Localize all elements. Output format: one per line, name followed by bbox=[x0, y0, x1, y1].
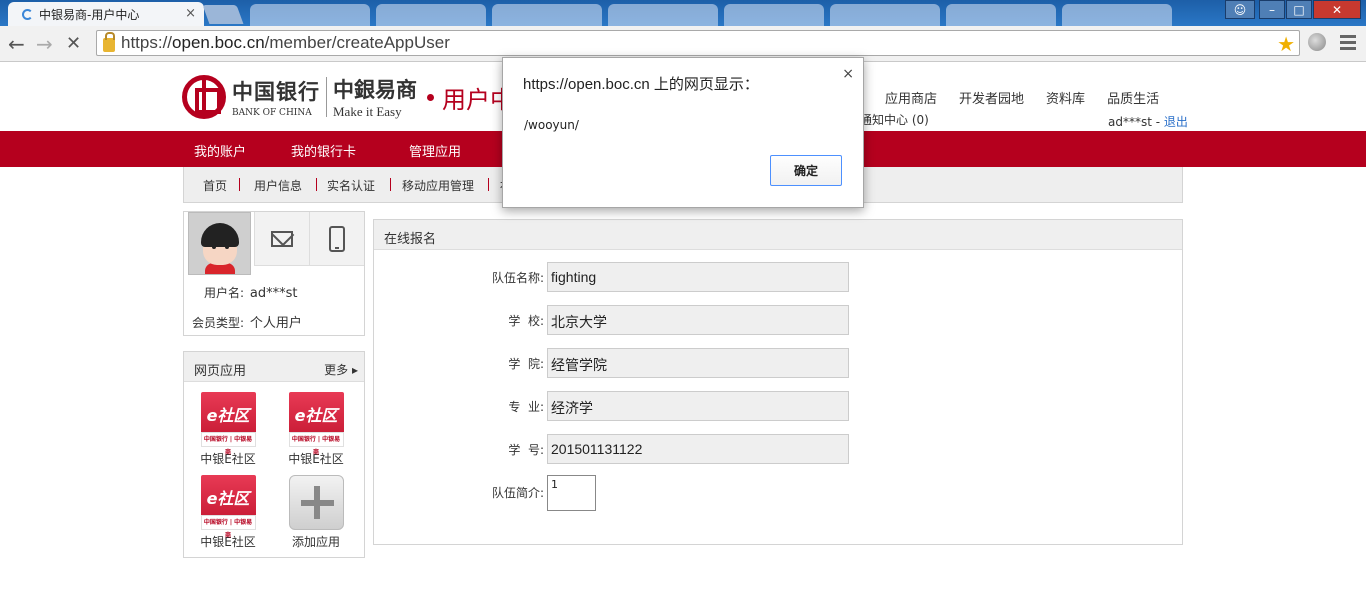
boc-logo-icon bbox=[182, 75, 226, 119]
close-window-button[interactable]: ✕ bbox=[1313, 0, 1361, 19]
mainnav-item-cards[interactable]: 我的银行卡 bbox=[291, 141, 356, 160]
avatar[interactable] bbox=[188, 212, 251, 275]
team-intro-textarea[interactable]: 1 bbox=[547, 475, 596, 511]
browser-tab[interactable] bbox=[492, 4, 602, 26]
mainnav-item-manage-apps[interactable]: 管理应用 bbox=[409, 141, 461, 160]
mobile-button[interactable] bbox=[309, 212, 364, 266]
e-community-icon: e社区 中国银行 | 中银易商 bbox=[288, 392, 344, 456]
tab-title: 中银易商-用户中心 bbox=[39, 7, 140, 22]
username-row: 用户名: ad***st bbox=[204, 286, 298, 301]
user-profile-icon[interactable]: ☺ bbox=[1225, 0, 1255, 19]
address-bar[interactable]: https://open.boc.cn/member/createAppUser… bbox=[96, 30, 1300, 56]
browser-tab[interactable] bbox=[1062, 4, 1172, 26]
tab-close-icon[interactable]: × bbox=[185, 6, 196, 21]
browser-menu-icon[interactable] bbox=[1340, 35, 1356, 53]
more-apps-link[interactable]: 更多 ▸ bbox=[324, 361, 358, 378]
team-name-input[interactable]: fighting bbox=[547, 262, 849, 292]
form-row-college: 学 院: 经管学院 bbox=[374, 348, 1174, 378]
app-item[interactable]: e社区 中国银行 | 中银易商 中银E社区 bbox=[281, 392, 351, 467]
logout-link[interactable]: 退出 bbox=[1164, 115, 1188, 129]
topnav-item-developer[interactable]: 开发者园地 bbox=[959, 88, 1024, 107]
subnav-item-user-info[interactable]: 用户信息 bbox=[254, 177, 302, 194]
plus-icon bbox=[288, 475, 344, 530]
topnav-item-library[interactable]: 资料库 bbox=[1046, 88, 1085, 107]
extension-globe-icon[interactable] bbox=[1308, 33, 1326, 51]
subnav-item-home[interactable]: 首页 bbox=[203, 177, 227, 194]
member-type-value: 个人用户 bbox=[249, 316, 302, 331]
bookmark-star-icon[interactable]: ★ bbox=[1277, 32, 1295, 56]
form-row-major: 专 业: 经济学 bbox=[374, 391, 1174, 421]
field-label: 学 院: bbox=[508, 357, 544, 371]
loading-spinner-icon bbox=[22, 8, 33, 20]
minimize-button[interactable]: – bbox=[1259, 0, 1285, 19]
phone-icon bbox=[329, 225, 345, 252]
web-apps-title: 网页应用 bbox=[194, 364, 247, 379]
app-item[interactable]: e社区 中国银行 | 中银易商 中银E社区 bbox=[193, 392, 263, 467]
field-label: 队伍简介: bbox=[491, 486, 544, 500]
alert-dialog: https://open.boc.cn 上的网页显示： × /wooyun/ 确… bbox=[502, 57, 864, 208]
topnav-item-lifestyle[interactable]: 品质生活 bbox=[1107, 88, 1159, 107]
dialog-title: https://open.boc.cn 上的网页显示： bbox=[523, 76, 759, 93]
maximize-button[interactable]: □ bbox=[1286, 0, 1312, 19]
member-type-row: 会员类型: 个人用户 bbox=[192, 316, 302, 331]
add-app-button[interactable]: 添加应用 bbox=[281, 475, 351, 550]
logo-brand-text: 中銀易商 bbox=[333, 77, 417, 102]
form-row-team-intro: 队伍简介: 1 bbox=[374, 475, 1174, 511]
browser-tab[interactable] bbox=[724, 4, 824, 26]
user-info: ad***st - 退出 bbox=[1108, 113, 1188, 130]
site-logo[interactable]: 中国银行 BANK OF CHINA 中銀易商 Make it Easy 用户中 bbox=[182, 74, 514, 120]
field-label: 学 号: bbox=[508, 443, 544, 457]
back-arrow-icon[interactable]: ← bbox=[8, 32, 25, 56]
notification-center-link[interactable]: 通知中心 (0) bbox=[860, 111, 929, 128]
browser-tab[interactable] bbox=[830, 4, 940, 26]
field-label: 队伍名称: bbox=[491, 271, 544, 285]
browser-tab[interactable] bbox=[376, 4, 486, 26]
form-row-team-name: 队伍名称: fighting bbox=[374, 262, 1174, 292]
subnav-item-verification[interactable]: 实名认证 bbox=[327, 177, 375, 194]
form-row-student-id: 学 号: 201501131122 bbox=[374, 434, 1174, 464]
browser-tab-active[interactable]: 中银易商-用户中心 × bbox=[8, 2, 204, 26]
browser-tab[interactable] bbox=[250, 4, 370, 26]
top-navigation: 页 应用商店 开发者园地 资料库 品质生活 bbox=[850, 88, 1181, 107]
field-label: 专 业: bbox=[508, 400, 544, 414]
topnav-item-appstore[interactable]: 应用商店 bbox=[885, 88, 937, 107]
forward-arrow-icon[interactable]: → bbox=[36, 32, 53, 56]
username-label: ad***st - bbox=[1108, 115, 1161, 129]
field-label: 学 校: bbox=[508, 314, 544, 328]
logo-en-text: BANK OF CHINA bbox=[232, 108, 312, 118]
new-tab-button[interactable] bbox=[202, 5, 244, 24]
school-input[interactable]: 北京大学 bbox=[547, 305, 849, 335]
mainnav-item-account[interactable]: 我的账户 bbox=[194, 141, 246, 160]
browser-tab[interactable] bbox=[946, 4, 1056, 26]
subnav-item-mobile-apps[interactable]: 移动应用管理 bbox=[402, 177, 474, 194]
username-value: ad***st bbox=[249, 286, 298, 301]
logo-cn-text: 中国银行 bbox=[232, 79, 320, 104]
messages-button[interactable] bbox=[254, 212, 309, 266]
e-community-icon: e社区 中国银行 | 中银易商 bbox=[200, 392, 256, 456]
browser-tab[interactable] bbox=[608, 4, 718, 26]
college-input[interactable]: 经管学院 bbox=[547, 348, 849, 378]
form-title: 在线报名 bbox=[384, 232, 437, 247]
form-row-school: 学 校: 北京大学 bbox=[374, 305, 1174, 335]
signup-form-panel: 在线报名 队伍名称: fighting 学 校: 北京大学 学 院: 经管学院 … bbox=[373, 219, 1183, 545]
e-community-icon: e社区 中国银行 | 中银易商 bbox=[200, 475, 256, 539]
dialog-close-icon[interactable]: × bbox=[842, 66, 854, 82]
url-text: https://open.boc.cn/member/createAppUser bbox=[121, 33, 450, 52]
logo-slogan-text: Make it Easy bbox=[333, 104, 402, 119]
mail-icon bbox=[271, 230, 293, 247]
web-apps-panel: 网页应用 更多 ▸ e社区 中国银行 | 中银易商 中银E社区 e社区 中国银行 |… bbox=[183, 351, 365, 558]
student-id-input[interactable]: 201501131122 bbox=[547, 434, 849, 464]
dialog-message: /wooyun/ bbox=[524, 118, 579, 132]
browser-tab-bar: 中银易商-用户中心 × ☺ – □ ✕ bbox=[0, 0, 1366, 26]
major-input[interactable]: 经济学 bbox=[547, 391, 849, 421]
stop-loading-icon[interactable]: ✕ bbox=[66, 33, 81, 54]
user-profile-box: 用户名: ad***st 会员类型: 个人用户 bbox=[183, 211, 365, 336]
app-item[interactable]: e社区 中国银行 | 中银易商 中银E社区 bbox=[193, 475, 263, 550]
dialog-ok-button[interactable]: 确定 bbox=[770, 155, 842, 186]
lock-icon bbox=[103, 32, 115, 52]
